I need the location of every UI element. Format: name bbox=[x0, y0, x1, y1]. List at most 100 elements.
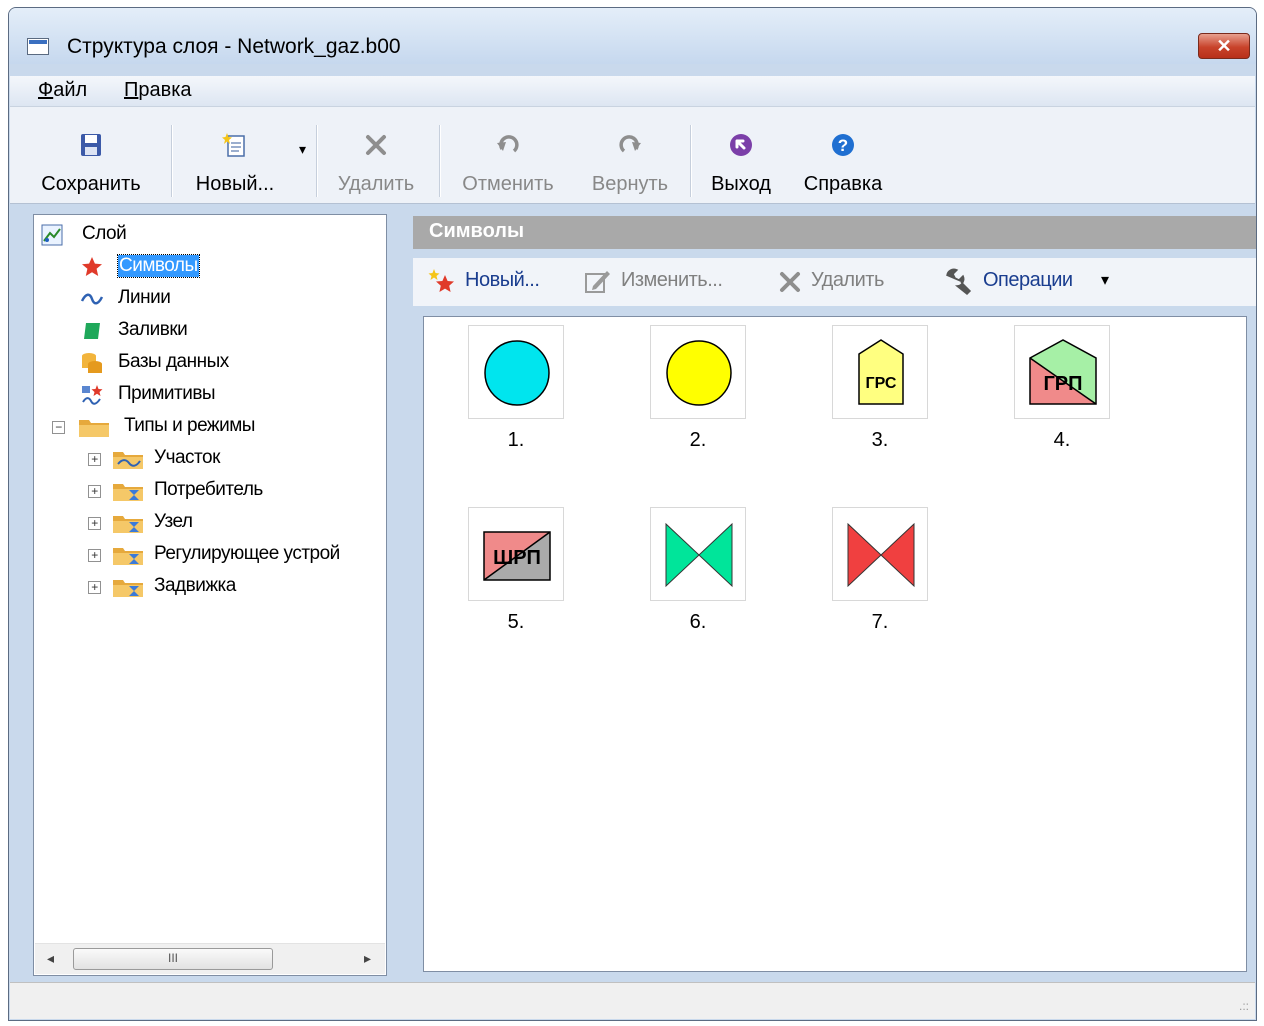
symbol-item[interactable]: 2. bbox=[650, 325, 746, 453]
symbol-text: ГРП bbox=[1043, 373, 1082, 395]
edit-symbol-label: Изменить... bbox=[621, 269, 723, 291]
toolbar-separator bbox=[439, 125, 440, 197]
symbol-item[interactable]: ГРП 4. bbox=[1014, 325, 1110, 453]
symbol-item[interactable]: ШРП 5. bbox=[468, 507, 564, 635]
operations-button[interactable]: Операции ▾ bbox=[943, 264, 1123, 300]
undo-button[interactable]: Отменить bbox=[450, 115, 566, 199]
delete-icon bbox=[366, 135, 386, 155]
symbol-tile[interactable] bbox=[832, 507, 928, 601]
symbol-caption: 5. bbox=[507, 611, 525, 633]
new-symbol-label: Новый... bbox=[465, 269, 540, 291]
app-icon bbox=[27, 38, 49, 55]
tree-type-label: Участок bbox=[154, 447, 220, 468]
exit-icon bbox=[730, 134, 752, 156]
expand-toggle[interactable]: + bbox=[88, 549, 101, 562]
expand-toggle[interactable]: + bbox=[88, 581, 101, 594]
tree-type-label: Регулирующее устрой bbox=[154, 543, 340, 564]
scroll-right-arrow[interactable]: ▸ bbox=[364, 950, 371, 967]
save-button[interactable]: Сохранить bbox=[30, 115, 152, 199]
new-symbol-button[interactable]: Новый... bbox=[427, 264, 567, 300]
symbol-item[interactable]: 7. bbox=[832, 507, 928, 635]
symbol-text: ШРП bbox=[493, 547, 541, 569]
tree-item-label: Базы данных bbox=[118, 351, 229, 372]
database-icon bbox=[82, 353, 102, 373]
symbol-graphic: ГРС bbox=[858, 339, 904, 405]
symbol-caption: 1. bbox=[507, 429, 525, 451]
symbol-tile[interactable]: ГРС bbox=[832, 325, 928, 419]
tree-group-label: Типы и режимы bbox=[124, 415, 255, 436]
tree-type-label: Узел bbox=[154, 511, 193, 532]
resize-grip[interactable]: .:: bbox=[1239, 999, 1249, 1013]
scroll-thumb[interactable]: III bbox=[73, 948, 273, 970]
symbol-caption: 3. bbox=[871, 429, 889, 451]
delete-symbol-button[interactable]: Удалить bbox=[775, 264, 905, 300]
scroll-left-arrow[interactable]: ◂ bbox=[47, 950, 54, 967]
folder-hourglass-icon bbox=[113, 548, 143, 565]
folder-hourglass-icon bbox=[113, 516, 143, 533]
tree-type-label: Задвижка bbox=[154, 575, 236, 596]
layer-tree[interactable]: Слой Символы Линии Заливки Базы данных П… bbox=[33, 214, 387, 976]
toolbar-separator bbox=[171, 125, 172, 197]
operations-dropdown-arrow[interactable]: ▾ bbox=[1101, 270, 1109, 290]
tree-item-label: Линии bbox=[118, 287, 171, 308]
tree-item-label: Примитивы bbox=[118, 383, 216, 404]
new-button[interactable]: Новый... ▾ bbox=[180, 115, 306, 199]
new-label: Новый... bbox=[195, 173, 275, 195]
collapse-toggle[interactable]: − bbox=[52, 421, 65, 434]
exit-button[interactable]: Выход bbox=[698, 115, 784, 199]
toolbar-separator bbox=[316, 125, 317, 197]
symbol-item[interactable]: 6. bbox=[650, 507, 746, 635]
help-label: Справка bbox=[803, 173, 883, 195]
help-button[interactable]: ? Справка bbox=[794, 115, 892, 199]
expand-toggle[interactable]: + bbox=[88, 517, 101, 530]
exit-label: Выход bbox=[711, 173, 771, 195]
symbol-tile[interactable] bbox=[468, 325, 564, 419]
edit-pencil-icon bbox=[585, 271, 610, 293]
help-icon: ? bbox=[832, 134, 854, 156]
new-dropdown-arrow[interactable]: ▾ bbox=[299, 141, 306, 158]
symbol-item[interactable]: ГРС 3. bbox=[832, 325, 928, 453]
close-button[interactable]: ✕ bbox=[1198, 33, 1250, 59]
menu-edit[interactable]: Правка bbox=[124, 79, 192, 102]
redo-button[interactable]: Вернуть bbox=[580, 115, 680, 199]
star-icon bbox=[82, 257, 102, 276]
primitives-icon bbox=[82, 385, 103, 405]
menu-bar: Файл Правка bbox=[10, 76, 1255, 106]
line-icon bbox=[80, 293, 104, 305]
symbol-tile[interactable]: ШРП bbox=[468, 507, 564, 601]
tree-horizontal-scrollbar[interactable]: ◂ III ▸ bbox=[35, 943, 385, 974]
tree-root-label: Слой bbox=[82, 223, 127, 244]
new-document-icon bbox=[222, 133, 245, 157]
fill-icon bbox=[84, 323, 100, 339]
delete-x-icon bbox=[780, 272, 800, 292]
content-header: Символы bbox=[413, 216, 1256, 249]
tree-item-label: Заливки bbox=[118, 319, 188, 340]
layer-icon bbox=[41, 224, 63, 246]
symbol-text: ГРС bbox=[866, 375, 897, 392]
undo-label: Отменить bbox=[462, 173, 554, 195]
main-toolbar: Сохранить Новый... ▾ Удалить Отменить Ве… bbox=[10, 106, 1255, 204]
symbol-tile[interactable] bbox=[650, 325, 746, 419]
delete-button[interactable]: Удалить bbox=[324, 115, 428, 199]
title-bar[interactable]: Структура слоя - Network_gaz.b00 ✕ bbox=[9, 8, 1256, 64]
redo-label: Вернуть bbox=[591, 173, 669, 195]
main-window: Структура слоя - Network_gaz.b00 ✕ Файл … bbox=[8, 7, 1257, 1021]
symbol-graphic bbox=[665, 522, 733, 588]
new-star-icon bbox=[428, 269, 454, 292]
symbol-item[interactable]: 1. bbox=[468, 325, 564, 453]
expand-toggle[interactable]: + bbox=[88, 485, 101, 498]
menu-file[interactable]: Файл bbox=[38, 79, 87, 102]
symbol-tile[interactable]: ГРП bbox=[1014, 325, 1110, 419]
delete-label: Удалить bbox=[337, 173, 415, 195]
edit-symbol-button[interactable]: Изменить... bbox=[583, 264, 753, 300]
symbol-caption: 6. bbox=[689, 611, 707, 633]
symbols-grid[interactable]: 1. 2. ГРС 3. ГРП 4. ШРП 5. 6. 7. bbox=[423, 316, 1247, 972]
folder-icon bbox=[79, 420, 109, 437]
symbol-tile[interactable] bbox=[650, 507, 746, 601]
folder-hourglass-icon bbox=[113, 484, 143, 501]
save-icon bbox=[81, 134, 101, 156]
undo-icon bbox=[497, 135, 519, 153]
symbol-caption: 7. bbox=[871, 611, 889, 633]
folder-line-icon bbox=[113, 452, 143, 469]
expand-toggle[interactable]: + bbox=[88, 453, 101, 466]
